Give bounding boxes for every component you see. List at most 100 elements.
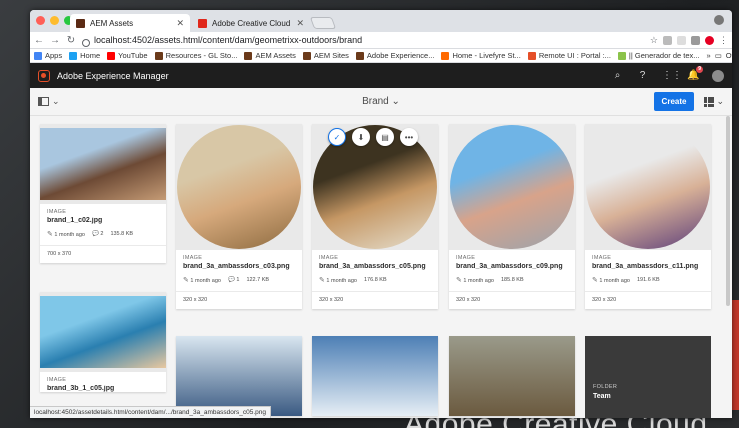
asset-type: IMAGE [319, 255, 339, 261]
bookmark-item[interactable]: Apps [34, 51, 62, 60]
product-name[interactable]: Adobe Experience Manager [57, 71, 169, 81]
asset-type: IMAGE [47, 209, 67, 215]
asset-dimensions: 320 x 320 [585, 291, 711, 309]
modified-text: 1 month ago [599, 278, 630, 284]
extension-icon[interactable] [691, 35, 700, 45]
more-actions-icon[interactable]: ••• [400, 128, 418, 146]
asset-card[interactable]: IMAGE brand_3b_1_c05.jpg [40, 292, 166, 392]
extension-icon[interactable] [663, 35, 672, 45]
asset-dimensions: 320 x 320 [312, 291, 438, 309]
asset-title[interactable]: brand_3b_1_c05.jpg [47, 385, 159, 392]
browser-window: AEM Assets ✕ Adobe Creative Cloud ✕ ← → … [30, 10, 732, 418]
asset-card[interactable] [312, 336, 438, 416]
asset-card[interactable]: IMAGE brand_3a_ambassdors_c11.png ✎ 1 mont… [585, 124, 711, 309]
folder-title[interactable]: Team [593, 393, 611, 400]
asset-type: IMAGE [456, 255, 476, 261]
bookmark-item[interactable]: Adobe Experience... [355, 51, 435, 60]
asset-thumbnail[interactable] [585, 124, 711, 250]
back-arrow-icon[interactable]: ← [34, 35, 44, 46]
forward-arrow-icon[interactable]: → [50, 35, 60, 46]
bookmark-favicon-icon [69, 51, 78, 60]
bookmark-item[interactable]: AEM Sites [302, 51, 349, 60]
breadcrumb-current-folder[interactable]: Brand ⌄ [362, 96, 400, 107]
chevron-down-icon: ⌄ [52, 96, 60, 106]
bookmark-favicon-icon [302, 51, 311, 60]
asset-thumbnail[interactable] [449, 124, 575, 250]
asset-thumbnail[interactable] [449, 336, 575, 416]
bookmark-label: Resources - GL Sto... [165, 51, 238, 60]
address-toolbar: ← → ↻ localhost:4502/assets.html/content… [30, 32, 732, 49]
notifications-bell-icon[interactable]: 🔔 9 [687, 66, 703, 81]
pencil-icon: ✎ [456, 277, 462, 284]
properties-icon[interactable]: ▤ [376, 128, 394, 146]
asset-thumbnail[interactable]: ✓ ⬇ ▤ ••• [312, 124, 438, 250]
bookmark-item[interactable]: AEM Assets [244, 51, 296, 60]
asset-thumbnail[interactable] [176, 336, 302, 416]
create-button[interactable]: Create [653, 92, 695, 111]
download-icon[interactable]: ⬇ [352, 128, 370, 146]
search-icon[interactable]: ⌕ [612, 70, 623, 81]
asset-title[interactable]: brand_3a_ambassdors_c05.png [319, 263, 431, 270]
bookmark-favicon-icon [154, 51, 163, 60]
minimize-window-button[interactable] [50, 16, 59, 25]
bookmark-item[interactable]: YouTube [107, 51, 148, 60]
asset-thumbnail[interactable] [176, 124, 302, 250]
asset-thumbnail-image [177, 125, 301, 249]
help-icon[interactable]: ? [637, 70, 648, 81]
asset-card[interactable] [176, 336, 302, 416]
tab-strip: AEM Assets ✕ Adobe Creative Cloud ✕ [30, 10, 732, 32]
bookmark-star-icon[interactable]: ☆ [650, 35, 658, 46]
view-switcher-button[interactable]: ⌄ [704, 96, 724, 107]
asset-thumbnail[interactable] [40, 124, 166, 204]
asset-card[interactable]: IMAGE brand_3a_ambassdors_c03.png ✎ 1 mont… [176, 124, 302, 309]
address-bar[interactable]: localhost:4502/assets.html/content/dam/g… [82, 33, 644, 47]
more-bookmarks-chevron[interactable]: » [707, 51, 711, 60]
new-tab-button[interactable] [309, 17, 337, 29]
bookmark-item[interactable]: Remote UI : Portal :... [527, 51, 611, 60]
asset-card[interactable]: IMAGE brand_3a_ambassdors_c09.png ✎ 1 mont… [449, 124, 575, 309]
asset-title[interactable]: brand_3a_ambassdors_c09.png [456, 263, 568, 270]
profile-icon[interactable] [714, 15, 724, 25]
asset-size: 191.6 KB [636, 277, 660, 283]
apps-grid-icon[interactable]: ⋮⋮ [662, 70, 682, 81]
other-bookmarks[interactable]: »▭Other Bookmarks [707, 51, 732, 60]
asset-title[interactable]: brand_1_c02.jpg [47, 217, 159, 224]
extension-icons: ☆ ⋮ [650, 35, 728, 46]
close-tab-icon[interactable]: ✕ [176, 18, 184, 29]
asset-title[interactable]: brand_3a_ambassdors_c11.png [592, 263, 704, 270]
bookmark-item[interactable]: Home - Livefyre St... [441, 51, 521, 60]
rail-panel-icon [38, 97, 49, 106]
bookmark-item[interactable]: Resources - GL Sto... [154, 51, 238, 60]
asset-meta: IMAGE brand_1_c02.jpg ✎ 1 month ago 💬 2 135.… [40, 204, 166, 238]
menu-dots-icon[interactable]: ⋮ [719, 35, 728, 46]
pinterest-icon[interactable] [705, 35, 714, 45]
window-controls [36, 16, 73, 25]
close-tab-icon[interactable]: ✕ [296, 18, 304, 29]
tab-aem-assets[interactable]: AEM Assets ✕ [70, 14, 190, 32]
asset-modified: ✎ 1 month ago [592, 276, 630, 284]
asset-card[interactable]: IMAGE brand_1_c02.jpg ✎ 1 month ago 💬 2 135.… [40, 124, 166, 263]
bookmark-item[interactable]: || Generador de tex... [617, 51, 700, 60]
aem-logo-icon[interactable] [38, 69, 50, 82]
asset-card[interactable] [449, 336, 575, 416]
site-info-icon[interactable] [82, 39, 90, 47]
folder-card[interactable]: FOLDER Team [585, 336, 711, 418]
asset-thumbnail-image [40, 128, 166, 200]
reload-icon[interactable]: ↻ [66, 35, 76, 46]
asset-thumbnail[interactable] [40, 292, 166, 372]
pencil-icon: ✎ [592, 277, 598, 284]
asset-card[interactable]: ✓ ⬇ ▤ ••• IMAGE brand_3a_ambassdors_c05.png ✎ … [312, 124, 438, 309]
extension-icon[interactable] [677, 35, 686, 45]
modified-text: 1 month ago [190, 278, 221, 284]
select-checkmark-icon[interactable]: ✓ [328, 128, 346, 146]
rail-toggle-button[interactable]: ⌄ [38, 96, 60, 107]
bookmark-item[interactable]: Home [69, 51, 100, 60]
user-avatar[interactable] [712, 69, 724, 82]
content-scrollbar[interactable] [726, 116, 730, 306]
tab-adobe-creative-cloud[interactable]: Adobe Creative Cloud ✕ [192, 14, 310, 32]
asset-meta: IMAGE brand_3a_ambassdors_c09.png ✎ 1 mont… [449, 250, 575, 284]
close-window-button[interactable] [36, 16, 45, 25]
bookmark-label: Adobe Experience... [366, 51, 435, 60]
asset-thumbnail[interactable] [312, 336, 438, 416]
asset-title[interactable]: brand_3a_ambassdors_c03.png [183, 263, 295, 270]
